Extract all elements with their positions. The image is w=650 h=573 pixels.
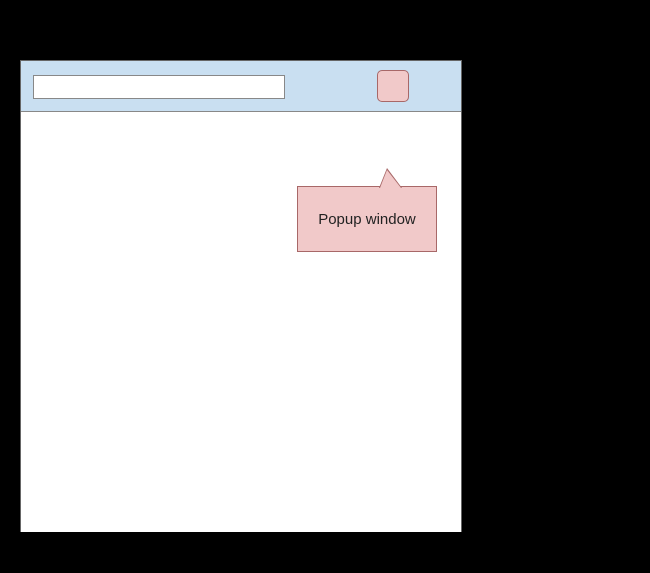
- url-input[interactable]: [33, 75, 285, 99]
- browser-content-area: Popup window: [21, 112, 461, 532]
- browser-window: Popup window: [20, 60, 462, 532]
- browser-toolbar: [21, 61, 461, 112]
- popup-label: Popup window: [318, 211, 416, 228]
- popup-window[interactable]: Popup window: [297, 186, 437, 252]
- extension-button[interactable]: [377, 70, 409, 102]
- popup-pointer: [380, 170, 401, 188]
